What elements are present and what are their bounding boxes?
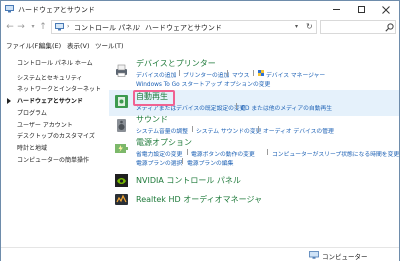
printer-icon bbox=[116, 64, 127, 77]
link-manage-audio-devices[interactable]: オーディオ デバイスの管理 bbox=[263, 126, 334, 135]
nav-control-panel-home[interactable]: コントロール パネル ホーム bbox=[17, 58, 93, 67]
recent-locations-chevron-icon[interactable]: ▾ bbox=[28, 22, 38, 32]
nav-user-accounts[interactable]: ユーザー アカウント bbox=[17, 120, 73, 129]
menu-file[interactable]: ファイル(F) bbox=[6, 40, 41, 50]
address-bar: ← → ▾ ↑ › コントロール パネル › ハードウェアとサウンド ▾ ↻ bbox=[1, 18, 399, 36]
refresh-icon[interactable]: ↻ bbox=[306, 22, 313, 31]
nav-hardware-sound[interactable]: ハードウェアとサウンド bbox=[17, 96, 83, 105]
link-separator bbox=[192, 126, 193, 132]
breadcrumb[interactable]: › コントロール パネル › ハードウェアとサウンド ▾ ↻ bbox=[51, 20, 317, 34]
link-separator bbox=[267, 149, 268, 155]
link-separator bbox=[258, 126, 259, 132]
category-realtek-hd-audio[interactable]: Realtek HD オーディオマネージャ bbox=[136, 194, 262, 205]
autoplay-icon bbox=[115, 95, 128, 108]
link-edit-power-plan[interactable]: 電源プランの編集 bbox=[187, 158, 233, 167]
search-icon bbox=[385, 23, 394, 32]
link-device-manager[interactable]: デバイス マネージャー bbox=[266, 70, 325, 79]
link-choose-power-plan[interactable]: 電源プランの選択 bbox=[136, 158, 182, 167]
nvidia-logo-icon bbox=[115, 174, 128, 187]
link-separator bbox=[227, 70, 228, 76]
computer-icon bbox=[309, 251, 319, 259]
current-item-arrow-icon bbox=[7, 98, 11, 104]
link-mouse[interactable]: マウス bbox=[232, 70, 249, 79]
up-arrow-icon[interactable]: ↑ bbox=[38, 22, 48, 32]
window-title: ハードウェアとサウンド bbox=[18, 6, 95, 14]
nav-clock-region[interactable]: 時計と地域 bbox=[17, 143, 47, 152]
minimize-button[interactable] bbox=[323, 1, 349, 18]
breadcrumb-separator-icon: › bbox=[67, 23, 70, 30]
address-dropdown-icon[interactable]: ▾ bbox=[295, 23, 298, 30]
link-autoplay-cd[interactable]: CD または他のメディアの自動再生 bbox=[241, 103, 332, 112]
link-separator bbox=[187, 149, 188, 155]
control-panel-window: ハードウェアとサウンド ← → ▾ ↑ › コントロール パネル › ハードウェ… bbox=[0, 0, 400, 261]
link-separator bbox=[179, 70, 180, 76]
nav-desktop-customization[interactable]: デスクトップのカスタマイズ bbox=[17, 131, 95, 140]
control-panel-icon bbox=[55, 23, 64, 31]
link-windows-to-go[interactable]: Windows To Go スタートアップ オプションの変更 bbox=[136, 79, 270, 88]
link-separator bbox=[236, 103, 237, 109]
status-location-label: コンピューター bbox=[322, 253, 368, 261]
link-adjust-volume[interactable]: システム音量の調整 bbox=[136, 126, 188, 135]
forward-arrow-icon[interactable]: → bbox=[16, 22, 26, 32]
maximize-button[interactable] bbox=[348, 1, 374, 18]
annotation-highlight-box bbox=[133, 90, 175, 106]
search-input[interactable] bbox=[320, 20, 396, 34]
nav-network-internet[interactable]: ネットワークとインターネット bbox=[17, 84, 101, 93]
uac-shield-icon bbox=[258, 70, 264, 76]
link-change-system-sounds[interactable]: システム サウンドの変更 bbox=[196, 126, 261, 135]
category-devices-printers[interactable]: デバイスとプリンター bbox=[136, 58, 216, 69]
close-icon bbox=[382, 5, 390, 14]
realtek-audio-icon bbox=[115, 194, 128, 205]
menu-view[interactable]: 表示(V) bbox=[67, 40, 90, 50]
menu-tools[interactable]: ツール(T) bbox=[95, 40, 124, 50]
power-options-icon bbox=[115, 144, 128, 153]
speaker-icon bbox=[117, 119, 126, 132]
link-change-power-saving[interactable]: 省電力設定の変更 bbox=[136, 149, 182, 158]
link-add-device[interactable]: デバイスの追加 bbox=[136, 70, 176, 79]
menu-edit[interactable]: 編集(E) bbox=[39, 40, 61, 50]
link-separator bbox=[253, 70, 254, 76]
back-arrow-icon[interactable]: ← bbox=[5, 22, 15, 32]
breadcrumb-hardware-sound[interactable]: ハードウェアとサウンド bbox=[145, 23, 222, 33]
category-sound[interactable]: サウンド bbox=[136, 114, 168, 125]
link-sleep-timing[interactable]: コンピューターがスリープ状態になる時間を変更 bbox=[272, 149, 399, 158]
category-nvidia-control-panel[interactable]: NVIDIA コントロール パネル bbox=[136, 175, 241, 186]
nav-ease-of-access[interactable]: コンピューターの簡単操作 bbox=[17, 155, 89, 164]
category-power-options[interactable]: 電源オプション bbox=[136, 137, 192, 148]
breadcrumb-control-panel[interactable]: コントロール パネル bbox=[74, 23, 139, 33]
nav-programs[interactable]: プログラム bbox=[17, 108, 47, 117]
breadcrumb-separator-icon: › bbox=[138, 23, 141, 30]
link-power-button-behavior[interactable]: 電源ボタンの動作の変更 bbox=[191, 149, 255, 158]
menu-bar: ファイル(F) 編集(E) 表示(V) ツール(T) bbox=[1, 38, 399, 51]
close-button[interactable] bbox=[373, 1, 399, 18]
title-bar: ハードウェアとサウンド bbox=[1, 1, 399, 18]
hardware-sound-icon bbox=[5, 5, 14, 13]
link-add-printer[interactable]: プリンターの追加 bbox=[183, 70, 229, 79]
status-bar: コンピューター bbox=[1, 247, 399, 261]
nav-system-security[interactable]: システムとセキュリティ bbox=[17, 73, 82, 82]
link-separator bbox=[182, 158, 183, 164]
